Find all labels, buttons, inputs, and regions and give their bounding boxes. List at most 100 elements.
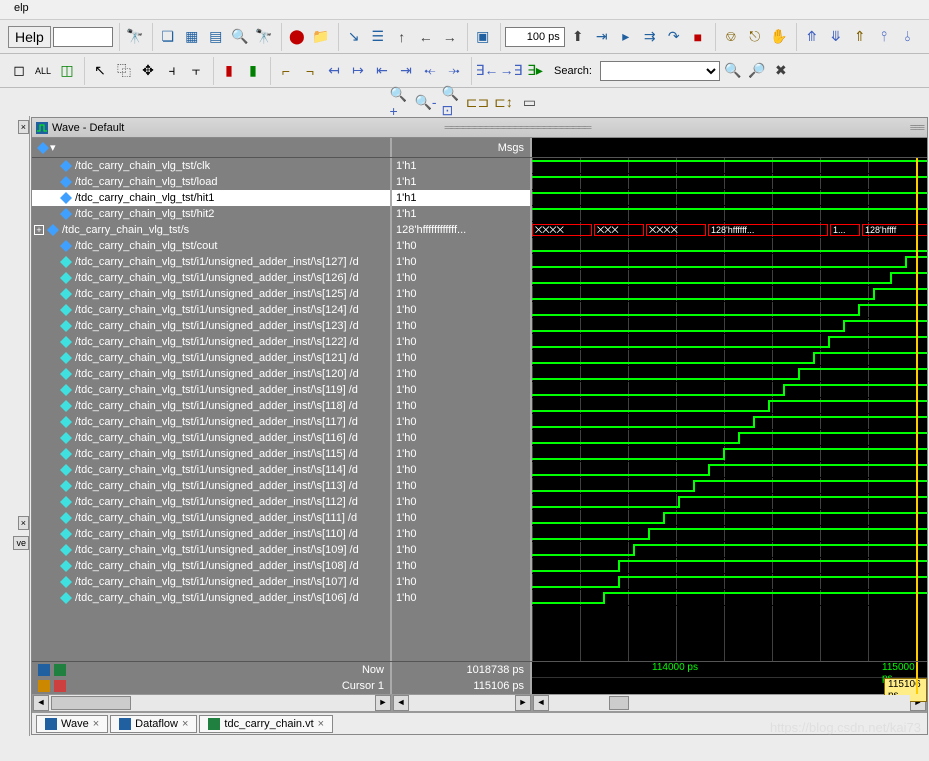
- tab-dataflow[interactable]: Dataflow×: [110, 715, 197, 733]
- zoom-out-icon[interactable]: 🔍-: [415, 91, 437, 113]
- run-to-icon[interactable]: ⇥: [591, 26, 613, 48]
- next-edge-icon[interactable]: ↦: [347, 60, 369, 82]
- waveform-area[interactable]: ⨉⨉⨉⨉⨉⨉⨉⨉⨉⨉⨉128'hffffff...1...128'hffff: [532, 158, 927, 661]
- search-clear-icon[interactable]: ✖: [770, 60, 792, 82]
- signal-row[interactable]: /tdc_carry_chain_vlg_tst/i1/unsigned_add…: [32, 574, 390, 590]
- waveform-row[interactable]: [532, 334, 927, 350]
- signal-column-header[interactable]: ▾: [32, 138, 392, 157]
- signal-row[interactable]: /tdc_carry_chain_vlg_tst/i1/unsigned_add…: [32, 254, 390, 270]
- signal-row[interactable]: /tdc_carry_chain_vlg_tst/i1/unsigned_add…: [32, 526, 390, 542]
- zoom-full-icon[interactable]: 🔍⊡: [441, 91, 463, 113]
- search-waves-icon[interactable]: 🔍: [229, 26, 251, 48]
- signal-row[interactable]: /tdc_carry_chain_vlg_tst/i1/unsigned_add…: [32, 430, 390, 446]
- time-up-icon[interactable]: ⬆: [567, 26, 589, 48]
- search-prev-icon[interactable]: 🔍: [722, 60, 744, 82]
- next-fall-icon[interactable]: ⤞: [443, 60, 465, 82]
- waveform-row[interactable]: [532, 574, 927, 590]
- grid-down-icon[interactable]: ⫰: [897, 26, 919, 48]
- zoom-region-icon[interactable]: ▭: [519, 91, 541, 113]
- align-icon[interactable]: ⫞: [161, 60, 183, 82]
- stop-icon[interactable]: ■: [687, 26, 709, 48]
- waveform-row[interactable]: [532, 254, 927, 270]
- signal-row[interactable]: /tdc_carry_chain_vlg_tst/i1/unsigned_add…: [32, 462, 390, 478]
- tab-file-close-icon[interactable]: ×: [318, 718, 324, 730]
- wave-hscroll[interactable]: ◄►: [532, 694, 927, 712]
- signal-row[interactable]: /tdc_carry_chain_vlg_tst/i1/unsigned_add…: [32, 510, 390, 526]
- select-box-icon[interactable]: ◻: [8, 60, 30, 82]
- edge-rise-icon[interactable]: ⌐: [275, 60, 297, 82]
- waveform-row[interactable]: [532, 158, 927, 174]
- signal-row[interactable]: /tdc_carry_chain_vlg_tst/i1/unsigned_add…: [32, 350, 390, 366]
- stack-icon[interactable]: ▦: [181, 26, 203, 48]
- move-icon[interactable]: ✥: [137, 60, 159, 82]
- run-icon[interactable]: ▸: [615, 26, 637, 48]
- waveform-row[interactable]: [532, 318, 927, 334]
- signal-row[interactable]: /tdc_carry_chain_vlg_tst/hit1: [32, 190, 390, 206]
- waveform-row[interactable]: ⨉⨉⨉⨉⨉⨉⨉⨉⨉⨉⨉128'hffffff...1...128'hffff: [532, 222, 927, 238]
- prev-edge-icon[interactable]: ↤: [323, 60, 345, 82]
- waveform-row[interactable]: [532, 526, 927, 542]
- right-arrow-icon[interactable]: →: [439, 26, 461, 48]
- tab-wave[interactable]: Wave×: [36, 715, 108, 733]
- waveform-row[interactable]: [532, 558, 927, 574]
- signal-row[interactable]: /tdc_carry_chain_vlg_tst/hit2: [32, 206, 390, 222]
- expand-down-icon[interactable]: ⤋: [825, 26, 847, 48]
- zoom-cursor-icon[interactable]: ⊏↕: [493, 91, 515, 113]
- select-toggle-icon[interactable]: ◫: [56, 60, 78, 82]
- layers-icon[interactable]: ❏: [157, 26, 179, 48]
- signal-row[interactable]: /tdc_carry_chain_vlg_tst/i1/unsigned_add…: [32, 398, 390, 414]
- signal-row[interactable]: /tdc_carry_chain_vlg_tst/i1/unsigned_add…: [32, 558, 390, 574]
- signal-row[interactable]: /tdc_carry_chain_vlg_tst/i1/unsigned_add…: [32, 334, 390, 350]
- waveform-row[interactable]: [532, 382, 927, 398]
- waveform-row[interactable]: [532, 590, 927, 606]
- waveform-row[interactable]: [532, 302, 927, 318]
- timeline[interactable]: 114000 ps 115000 ps 115106 ps: [532, 662, 927, 694]
- signal-row[interactable]: /tdc_carry_chain_vlg_tst/i1/unsigned_add…: [32, 382, 390, 398]
- wave-titlebar[interactable]: Wave - Default ═════════════════════════…: [32, 118, 927, 138]
- grid-icon[interactable]: ▤: [205, 26, 227, 48]
- signal-row[interactable]: /tdc_carry_chain_vlg_tst/i1/unsigned_add…: [32, 542, 390, 558]
- zoom-in-icon[interactable]: 🔍+: [389, 91, 411, 113]
- waveform-row[interactable]: [532, 542, 927, 558]
- window-icon[interactable]: ▣: [472, 26, 494, 48]
- dock-ve-label[interactable]: ve: [13, 536, 29, 550]
- expand-icon[interactable]: +: [34, 225, 44, 235]
- waveform-row[interactable]: [532, 270, 927, 286]
- signal-row[interactable]: /tdc_carry_chain_vlg_tst/i1/unsigned_add…: [32, 494, 390, 510]
- waveform-row[interactable]: [532, 414, 927, 430]
- dup-icon[interactable]: ⿻: [113, 60, 135, 82]
- binoculars-icon[interactable]: 🔭: [124, 26, 146, 48]
- help-topic-input[interactable]: [53, 27, 113, 47]
- waveform-row[interactable]: [532, 398, 927, 414]
- step-over-icon[interactable]: ↷: [663, 26, 685, 48]
- stop2-icon[interactable]: ▮: [218, 60, 240, 82]
- waveform-row[interactable]: [532, 238, 927, 254]
- tab-file[interactable]: tdc_carry_chain.vt×: [199, 715, 333, 733]
- next-rise-icon[interactable]: ⇥: [395, 60, 417, 82]
- signal-list[interactable]: /tdc_carry_chain_vlg_tst/clk/tdc_carry_c…: [32, 158, 392, 661]
- find-go-icon[interactable]: ∃▸: [524, 60, 546, 82]
- time-step-input[interactable]: [505, 27, 565, 47]
- signal-row[interactable]: /tdc_carry_chain_vlg_tst/clk: [32, 158, 390, 174]
- tab-wave-close-icon[interactable]: ×: [93, 718, 99, 730]
- waveform-row[interactable]: [532, 462, 927, 478]
- sig-hscroll[interactable]: ◄►: [32, 694, 392, 712]
- dock-close2-icon[interactable]: ×: [18, 516, 29, 530]
- signal-row[interactable]: /tdc_carry_chain_vlg_tst/cout: [32, 238, 390, 254]
- waveform-row[interactable]: [532, 286, 927, 302]
- dock-close-icon[interactable]: ×: [18, 120, 29, 134]
- signal-row[interactable]: /tdc_carry_chain_vlg_tst/i1/unsigned_add…: [32, 318, 390, 334]
- folder-icon[interactable]: 📁: [310, 26, 332, 48]
- align2-icon[interactable]: ⫟: [185, 60, 207, 82]
- waveform-row[interactable]: [532, 366, 927, 382]
- search-combo[interactable]: [600, 61, 720, 81]
- signal-row[interactable]: /tdc_carry_chain_vlg_tst/i1/unsigned_add…: [32, 446, 390, 462]
- select-all-icon[interactable]: ALL: [32, 60, 54, 82]
- cursor-icon[interactable]: ↖: [89, 60, 111, 82]
- menu-help[interactable]: elp: [6, 0, 37, 16]
- waveform-row[interactable]: [532, 430, 927, 446]
- signal-row[interactable]: /tdc_carry_chain_vlg_tst/i1/unsigned_add…: [32, 366, 390, 382]
- up-arrow-icon[interactable]: ↑: [391, 26, 413, 48]
- step-in-icon[interactable]: ↘: [343, 26, 365, 48]
- prev-rise-icon[interactable]: ⇤: [371, 60, 393, 82]
